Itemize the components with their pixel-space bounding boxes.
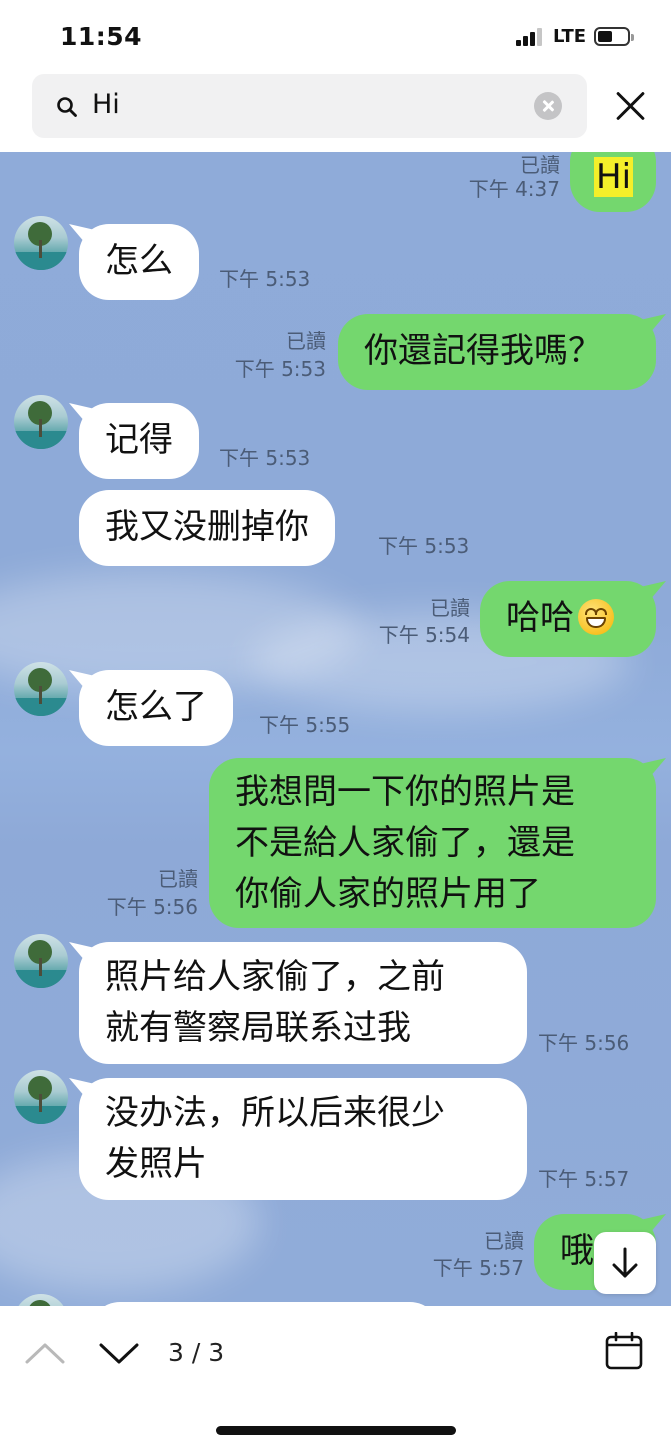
message-bubble[interactable]: 你還記得我嗎？	[338, 314, 666, 390]
message-text: 怎么了	[105, 687, 207, 727]
avatar[interactable]	[14, 934, 68, 988]
message-time: 下午 5:54	[378, 623, 470, 647]
message-time: 下午 5:57	[432, 1256, 524, 1280]
avatar[interactable]	[14, 216, 68, 270]
message-text: 没办法，所以后来很少 发照片	[105, 1093, 445, 1184]
read-receipt: 已讀	[158, 867, 198, 891]
network-label: LTE	[553, 26, 587, 47]
search-input[interactable]: Hi	[32, 74, 587, 138]
message-bubble[interactable]: Hi	[570, 152, 656, 212]
message-text: 我想問一下你的照片是 不是給人家偷了，還是 你偷人家的照片用了	[235, 772, 575, 914]
message-text: 哦	[560, 1231, 594, 1271]
avatar[interactable]	[14, 662, 68, 716]
search-query[interactable]: Hi	[92, 89, 120, 120]
message-time: 下午 5:53	[219, 446, 311, 470]
message-text: 我又没删掉你	[105, 507, 309, 547]
message-time: 下午 5:56	[538, 1031, 630, 1055]
grinning-face-emoji	[578, 599, 614, 635]
read-receipt: 已讀	[484, 1229, 524, 1253]
signal-icon	[516, 28, 546, 46]
avatar[interactable]	[14, 395, 68, 449]
message-bubble[interactable]: 怎么	[69, 224, 199, 300]
message-bubble[interactable]: 照片给人家偷了，之前 就有警察局联系过我	[69, 942, 527, 1064]
message-bubble[interactable]: 记得	[69, 403, 199, 479]
search-bar: Hi	[0, 72, 671, 152]
message-time: 下午 5:57	[538, 1167, 630, 1191]
message-bubble[interactable]: 哈哈	[480, 581, 666, 657]
scroll-down-icon	[612, 1247, 638, 1278]
message-time: 下午 5:53	[234, 357, 326, 381]
avatar[interactable]	[14, 1294, 68, 1306]
message-text: 你還記得我嗎？	[364, 331, 602, 371]
search-icon	[57, 97, 77, 117]
message-text: 记得	[105, 420, 173, 460]
message-text: Hi	[594, 157, 634, 197]
read-receipt: 已讀	[430, 596, 470, 620]
message-time: 下午 5:56	[106, 895, 198, 919]
message-text: 哈哈	[506, 598, 574, 638]
close-icon[interactable]	[612, 87, 650, 125]
message-text: 怎么	[105, 241, 173, 281]
message-time: 下午 5:53	[219, 267, 311, 291]
read-receipt: 已讀	[520, 153, 560, 177]
message-time: 下午 4:37	[468, 177, 560, 201]
result-counter: 3 / 3	[168, 1338, 225, 1367]
message-text: 照片给人家偷了，之前 就有警察局联系过我	[105, 957, 445, 1048]
scroll-down-button[interactable]	[594, 1232, 656, 1294]
chat-area[interactable]: 已讀 下午 4:37 Hi 怎么 下午 5:53 已讀 下午 5:53 你還記得…	[0, 152, 671, 1306]
search-result-nav: 3 / 3	[0, 1306, 671, 1453]
message-bubble[interactable]: 怎么了	[69, 670, 233, 746]
avatar[interactable]	[14, 1070, 68, 1124]
message-time: 下午 5:55	[259, 713, 351, 737]
message-bubble[interactable]: 我想問一下你的照片是 不是給人家偷了，還是 你偷人家的照片用了	[209, 758, 666, 928]
message-bubble[interactable]: 我又没删掉你	[79, 490, 335, 566]
status-bar: 11:54 LTE	[0, 0, 671, 72]
clear-icon[interactable]	[534, 92, 562, 120]
home-indicator	[216, 1426, 456, 1435]
chevron-up-icon[interactable]	[24, 1338, 66, 1368]
message-bubble[interactable]: 没办法，所以后来很少 发照片	[69, 1078, 527, 1200]
status-time: 11:54	[60, 22, 143, 51]
battery-icon	[594, 27, 634, 46]
calendar-icon[interactable]	[605, 1332, 643, 1370]
chevron-down-icon[interactable]	[98, 1338, 140, 1368]
message-time: 下午 5:53	[378, 534, 470, 558]
read-receipt: 已讀	[286, 329, 326, 353]
